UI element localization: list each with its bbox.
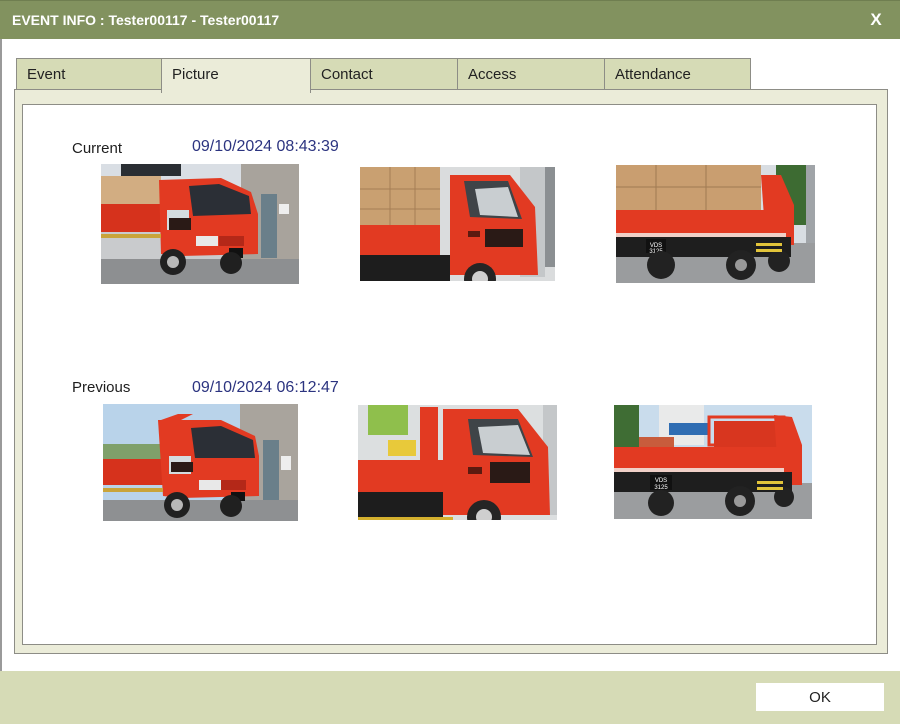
tab-label: Contact [321, 66, 373, 83]
truck-rear-image: VDS 3125 [616, 165, 815, 283]
ok-button[interactable]: OK [756, 683, 884, 711]
previous-label: Previous [72, 379, 131, 396]
previous-photo-rear[interactable]: VDS 3125 [614, 405, 812, 519]
tab-label: Picture [172, 66, 219, 83]
tab-contact[interactable]: Contact [310, 58, 458, 90]
tab-event[interactable]: Event [16, 58, 162, 90]
current-photo-front[interactable] [101, 164, 299, 284]
tab-picture[interactable]: Picture [161, 58, 311, 93]
truck-front-image [101, 164, 299, 284]
tab-label: Event [27, 66, 66, 83]
current-photo-rear[interactable]: VDS 3125 [616, 165, 815, 283]
truck-side-image [360, 167, 555, 281]
truck-side-image [358, 405, 557, 520]
close-icon[interactable]: X [866, 10, 886, 30]
truck-rear-image: VDS 3125 [614, 405, 812, 519]
title-bar: EVENT INFO : Tester00117 - Tester00117 X [0, 0, 900, 39]
current-photo-side[interactable] [360, 167, 555, 281]
current-timestamp: 09/10/2024 08:43:39 [192, 138, 339, 155]
current-label: Current [72, 140, 123, 157]
svg-text:VDS: VDS [655, 478, 667, 484]
previous-photo-side[interactable] [358, 405, 557, 520]
window-title: EVENT INFO : Tester00117 - Tester00117 [12, 12, 280, 28]
tab-label: Attendance [615, 66, 691, 83]
truck-front-image [103, 404, 298, 521]
tab-label: Access [468, 66, 517, 83]
previous-photo-front[interactable] [103, 404, 298, 521]
tab-access[interactable]: Access [457, 58, 605, 90]
previous-timestamp: 09/10/2024 06:12:47 [192, 379, 339, 396]
tab-attendance[interactable]: Attendance [604, 58, 751, 90]
